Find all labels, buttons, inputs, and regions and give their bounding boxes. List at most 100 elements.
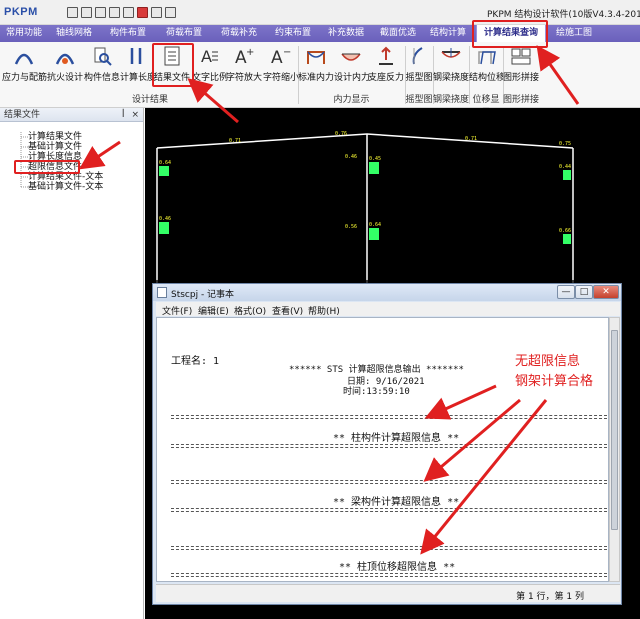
tab-constraint[interactable]: 约束布置 — [268, 25, 318, 42]
column-overlimit-heading: ** 柱构件计算超限信息 ** — [333, 433, 460, 444]
separator-line — [171, 480, 607, 484]
tab-common[interactable]: 常用功能 — [2, 25, 46, 42]
group-label-stitch: 图形拼接 — [503, 95, 540, 105]
svg-text:A: A — [271, 48, 283, 66]
separator-line — [171, 444, 607, 448]
scrollbar-thumb[interactable] — [611, 330, 618, 530]
result-file-panel: 结果文件 ꟾ × 计算结果文件 基础计算文件 计算长度信息 超限信息文件 计算结… — [0, 108, 144, 619]
fire-design-button[interactable]: 抗火设计 — [47, 44, 83, 88]
char-shrink-button[interactable]: A − 字符缩小 — [263, 44, 300, 88]
calc-length-button[interactable]: 计算长度 — [120, 44, 157, 88]
frame-label: 0.71 — [465, 136, 477, 142]
menu-format[interactable]: 格式(O) — [234, 304, 266, 317]
tab-load-layout[interactable]: 荷载布置 — [158, 25, 210, 42]
support-reaction-button[interactable]: 支座反力 — [368, 44, 404, 88]
notepad-title: Stscpj - 记事本 — [171, 290, 235, 300]
button-label: 字符放大 — [226, 73, 263, 83]
menu-help[interactable]: 帮助(H) — [308, 304, 340, 317]
tab-structure-calc[interactable]: 结构计算 — [424, 25, 472, 42]
notepad-titlebar[interactable]: Stscpj - 记事本 — □ ✕ — [153, 284, 621, 301]
menu-edit[interactable]: 编辑(E) — [198, 304, 229, 317]
highlight-result-file-button — [152, 43, 194, 87]
stress-rebar-button[interactable]: 应力与配筋 — [2, 44, 48, 88]
tree-item-foundation-calc[interactable]: 基础计算文件 — [28, 142, 103, 152]
saveas-icon[interactable] — [95, 7, 106, 18]
ribbon: 应力与配筋 抗火设计 构件信息 计算长度 结果文件 A 文字比例 A + 字符放大… — [0, 42, 640, 118]
button-label: 字符缩小 — [263, 73, 300, 83]
tree-item-calc-result[interactable]: 计算结果文件 — [28, 132, 103, 142]
toolbox-icon[interactable] — [137, 7, 148, 18]
close-button[interactable]: ✕ — [593, 285, 619, 299]
group-label-design-results: 设计结果 — [131, 95, 168, 105]
notepad-icon — [157, 287, 167, 298]
notepad-statusbar: 第 1 行，第 1 列 — [156, 584, 620, 602]
member-info-button[interactable]: 构件信息 — [84, 44, 120, 88]
undo-icon[interactable] — [151, 7, 162, 18]
button-label: 标准内力 — [298, 73, 335, 83]
save-icon[interactable] — [67, 7, 78, 18]
group-label-displacement: 位移显示 — [472, 95, 500, 118]
font-grow-icon: A + — [235, 47, 254, 66]
tiles-icon — [511, 48, 531, 65]
menu-file[interactable]: 文件(F) — [162, 304, 192, 317]
group-label-deflection: 钢梁挠度 — [433, 95, 470, 105]
menu-view[interactable]: 查看(V) — [272, 304, 303, 317]
tab-drawing[interactable]: 绘施工图 — [550, 25, 598, 42]
tab-axis-grid[interactable]: 轴线网格 — [50, 25, 98, 42]
button-label: 计算长度 — [120, 73, 157, 83]
font-shrink-icon: A − — [271, 47, 291, 66]
tab-load-supplement[interactable]: 荷载补充 — [214, 25, 264, 42]
frame-label: 0.56 — [345, 224, 357, 230]
sway-diagram-button[interactable]: 摇型图 — [405, 44, 433, 88]
tab-section-optimize[interactable]: 截面优选 — [374, 25, 422, 42]
structure-displacement-button[interactable]: 结构位移 — [469, 44, 505, 88]
button-label: 摇型图 — [405, 73, 433, 83]
minimize-button[interactable]: — — [557, 285, 575, 299]
frame-label: 0.66 — [559, 228, 571, 234]
button-label: 文字比例 — [192, 73, 229, 83]
arch-fire-icon — [55, 53, 75, 65]
notepad-menubar: 文件(F) 编辑(E) 格式(O) 查看(V) 帮助(H) — [156, 302, 620, 317]
button-label: 应力与配筋 — [2, 73, 48, 83]
text-scale-button[interactable]: A 文字比例 — [192, 44, 229, 88]
tab-supplement-data[interactable]: 补充数据 — [322, 25, 370, 42]
highlight-result-tab — [472, 20, 548, 48]
separator-line — [171, 508, 607, 512]
pkpm-logo: PKPM — [4, 6, 38, 18]
displacement-icon — [478, 51, 496, 65]
highlight-overlimit-item — [14, 160, 80, 174]
button-label: 钢梁挠度 — [433, 73, 470, 83]
separator-line — [171, 573, 607, 577]
annotation-line-1: 无超限信息 — [515, 354, 581, 369]
svg-text:A: A — [201, 47, 212, 66]
close-icon[interactable]: × — [131, 110, 139, 120]
frame-label: 0.44 — [559, 164, 571, 170]
open-icon[interactable] — [81, 7, 92, 18]
displacement-overlimit-heading: ** 柱顶位移超限信息 ** — [339, 562, 456, 573]
maximize-button[interactable]: □ — [575, 285, 593, 299]
graphic-stitch-button[interactable]: 图形拼接 — [503, 44, 539, 88]
button-label: 抗火设计 — [47, 73, 84, 83]
notepad-window: Stscpj - 记事本 — □ ✕ 文件(F) 编辑(E) 格式(O) 查看(… — [152, 283, 622, 605]
app-title: PKPM 结构设计软件(10版V4.3.4-2019 — [487, 10, 640, 20]
folder-icon[interactable] — [123, 7, 134, 18]
group-label-sway: 摇型图 — [405, 95, 433, 105]
tree-item-foundation-calc-text[interactable]: 基础计算文件-文本 — [28, 182, 103, 192]
sway-icon — [412, 47, 423, 65]
steel-beam-deflection-button[interactable]: 钢梁挠度 — [433, 44, 469, 88]
tab-member-layout[interactable]: 构件布置 — [102, 25, 154, 42]
magnifier-icon — [94, 47, 112, 66]
print-icon[interactable] — [109, 7, 120, 18]
button-label: 图形拼接 — [503, 73, 540, 83]
button-label: 构件信息 — [84, 73, 121, 83]
char-enlarge-button[interactable]: A + 字符放大 — [226, 44, 262, 88]
annotation-line-2: 钢架计算合格 — [515, 374, 594, 389]
beam-diagram-icon — [341, 53, 361, 61]
standard-force-button[interactable]: 标准内力 — [298, 44, 335, 88]
design-force-button[interactable]: 设计内力 — [334, 44, 370, 88]
project-name: 工程名: 1 — [171, 356, 220, 367]
vertical-scrollbar[interactable] — [609, 317, 620, 582]
separator-line — [171, 546, 607, 550]
export-icon[interactable] — [165, 7, 176, 18]
pin-icon[interactable]: ꟾ — [122, 110, 125, 120]
